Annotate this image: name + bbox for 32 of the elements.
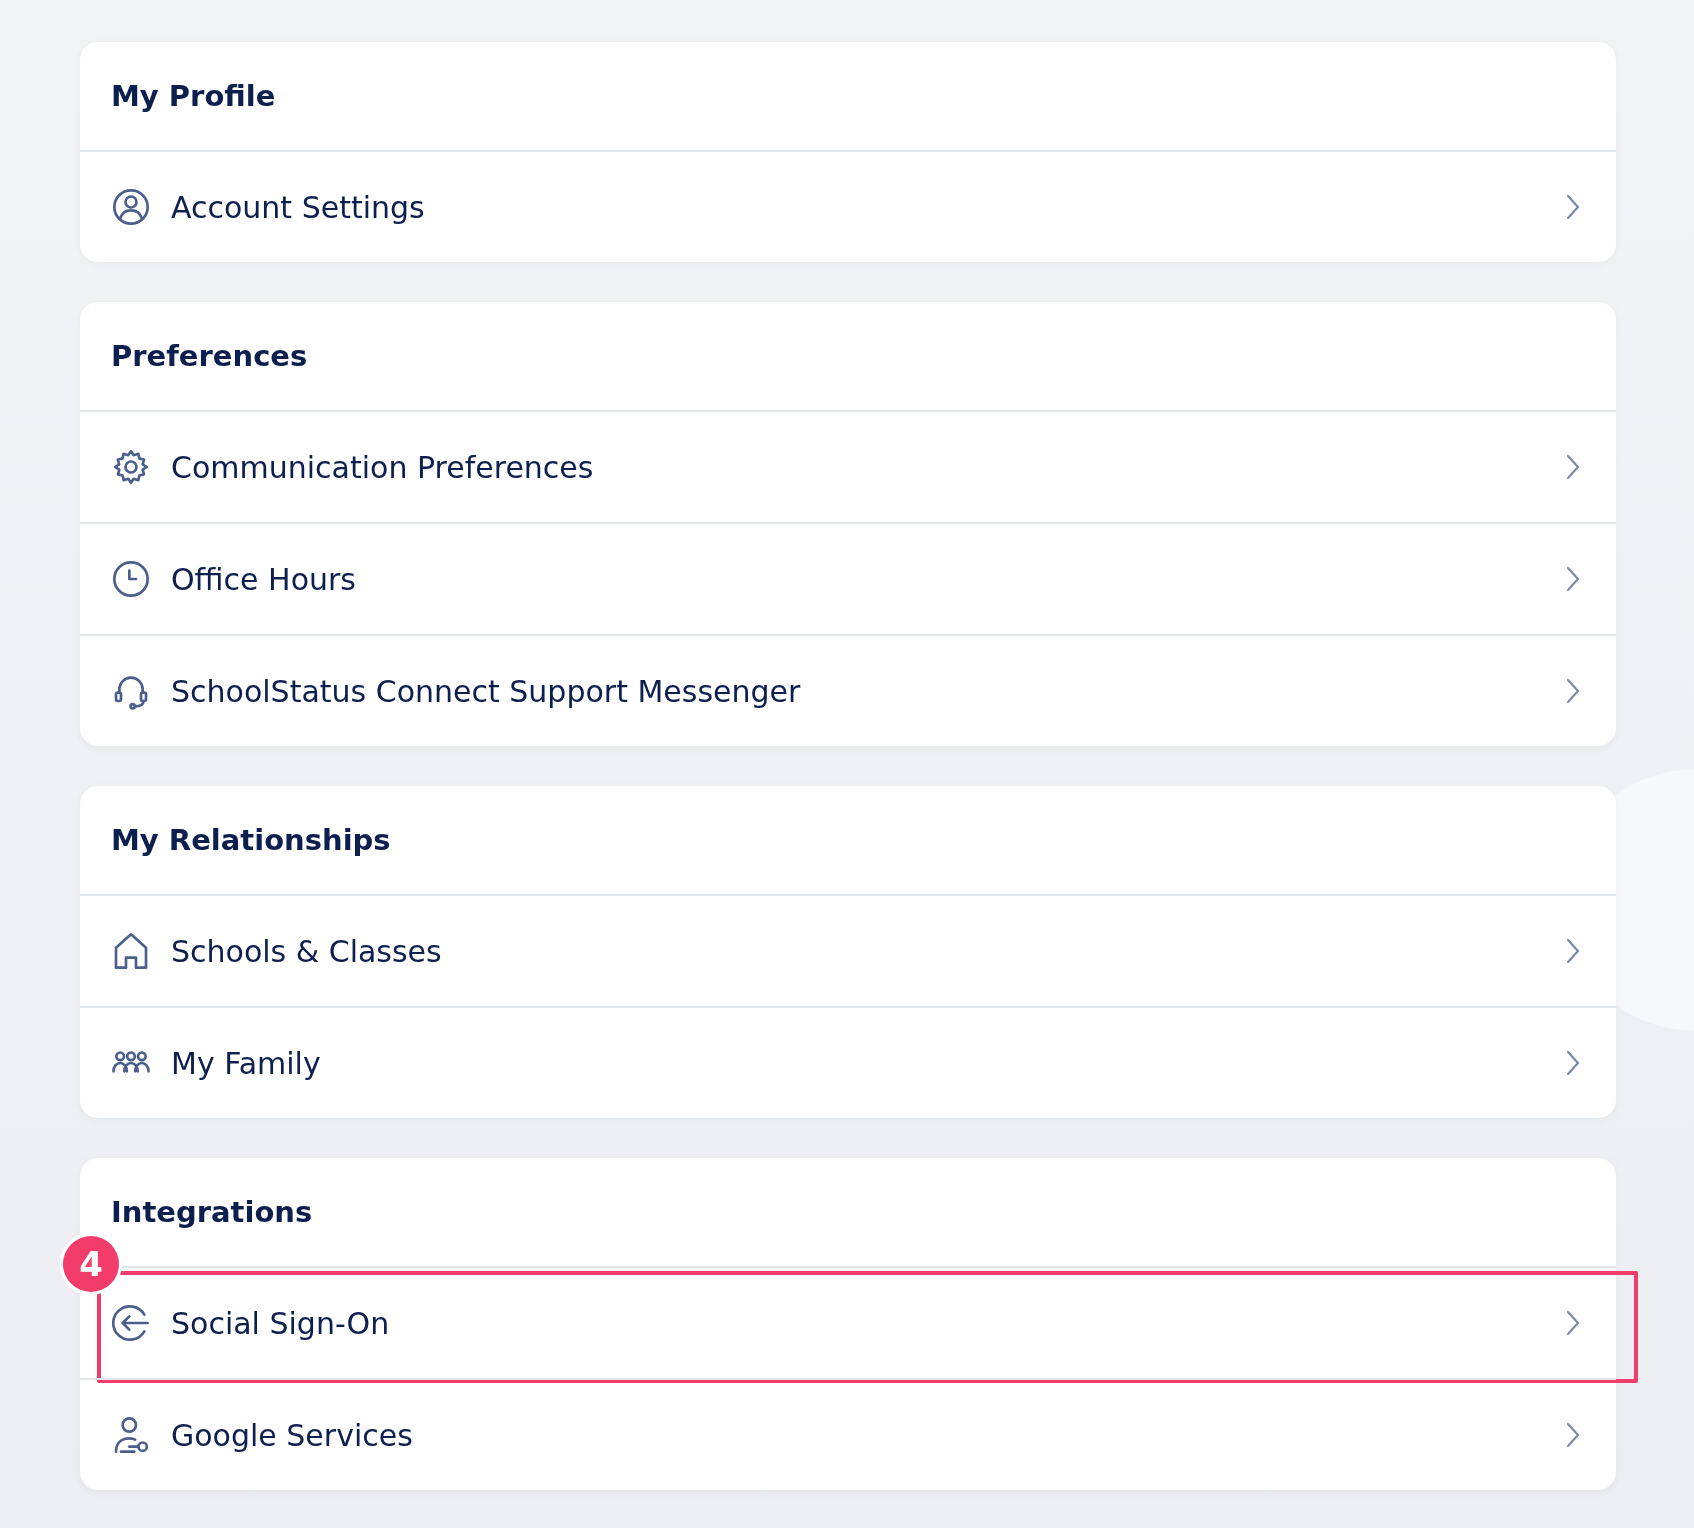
section-title: Preferences bbox=[111, 339, 308, 373]
chevron-right-icon bbox=[1564, 937, 1582, 965]
chevron-right-icon bbox=[1564, 1309, 1582, 1337]
arrow-circle-icon bbox=[111, 1303, 151, 1343]
menu-label: Account Settings bbox=[171, 189, 426, 225]
menu-row[interactable]: Google Services bbox=[80, 1378, 1616, 1490]
menu-row[interactable]: Account Settings bbox=[80, 150, 1616, 262]
chevron-right-icon bbox=[1564, 565, 1582, 593]
chevron-right-icon bbox=[1564, 193, 1582, 221]
menu-row[interactable]: Office Hours bbox=[80, 522, 1616, 634]
clock-icon bbox=[111, 559, 151, 599]
menu-label: My Family bbox=[171, 1045, 322, 1081]
menu-label: Schools & Classes bbox=[171, 933, 443, 969]
section-title: Integrations bbox=[111, 1195, 313, 1229]
chevron-right-icon bbox=[1564, 1421, 1582, 1449]
menu-label: SchoolStatus Connect Support Messenger bbox=[171, 673, 802, 709]
chevron-right-icon bbox=[1564, 453, 1582, 481]
menu-label: Social Sign-On bbox=[171, 1305, 391, 1341]
menu-row[interactable]: Schools & Classes bbox=[80, 894, 1616, 1006]
section-title: My Relationships bbox=[111, 823, 391, 857]
chevron-right-icon bbox=[1564, 1049, 1582, 1077]
step-number: 4 bbox=[63, 1236, 119, 1292]
menu-row[interactable]: Communication Preferences bbox=[80, 410, 1616, 522]
menu-row[interactable]: My Family bbox=[80, 1006, 1616, 1118]
menu-label: Communication Preferences bbox=[171, 449, 595, 485]
menu-label: Google Services bbox=[171, 1417, 414, 1453]
chevron-right-icon bbox=[1564, 677, 1582, 705]
menu-label: Office Hours bbox=[171, 561, 357, 597]
user-circle-icon bbox=[111, 187, 151, 227]
settings-icon bbox=[111, 447, 151, 487]
menu-row[interactable]: SchoolStatus Connect Support Messenger bbox=[80, 634, 1616, 746]
section-title: My Profile bbox=[111, 79, 276, 113]
